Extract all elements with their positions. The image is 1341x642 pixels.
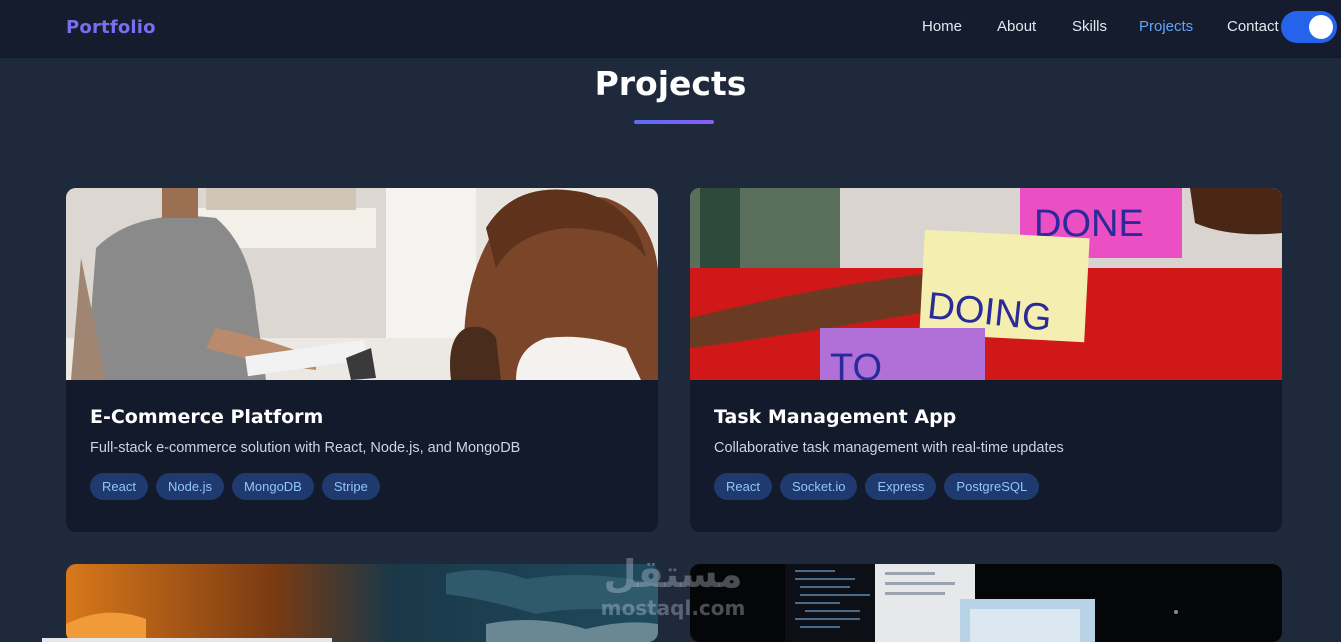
office-photo-image: [66, 188, 658, 380]
project-description: Collaborative task management with real-…: [714, 440, 1064, 456]
card-body: Task Management App Collaborative task m…: [714, 406, 1258, 500]
tech-tag: Socket.io: [779, 473, 858, 500]
sunset-clouds-image: [66, 564, 658, 642]
theme-toggle[interactable]: [1281, 11, 1337, 43]
project-image-task-management: DONE DOING TO: [690, 188, 1282, 380]
nav-link-about[interactable]: About: [997, 18, 1036, 35]
section-title: Projects: [594, 64, 747, 103]
project-title: E-Commerce Platform: [90, 406, 324, 428]
tag-list: React Node.js MongoDB Stripe: [90, 473, 634, 500]
tech-tag: Express: [865, 473, 937, 500]
nav-link-home[interactable]: Home: [922, 18, 962, 35]
project-image-ecommerce: [66, 188, 658, 380]
nav-link-skills[interactable]: Skills: [1072, 18, 1107, 35]
tech-tag: Node.js: [155, 473, 225, 500]
tech-tag: PostgreSQL: [944, 473, 1040, 500]
tag-list: React Socket.io Express PostgreSQL: [714, 473, 1258, 500]
nav-link-projects[interactable]: Projects: [1139, 18, 1193, 35]
toggle-knob: [1309, 15, 1333, 39]
sticky-note-text: TO: [830, 347, 882, 380]
tech-tag: React: [714, 473, 772, 500]
project-description: Full-stack e-commerce solution with Reac…: [90, 440, 521, 456]
project-card-3[interactable]: [66, 564, 658, 642]
project-card-ecommerce[interactable]: E-Commerce Platform Full-stack e-commerc…: [66, 188, 658, 532]
title-underline: [634, 120, 714, 124]
horizontal-scrollbar[interactable]: [42, 638, 332, 642]
project-card-task-management[interactable]: DONE DOING TO Task Management App Collab…: [690, 188, 1282, 532]
tech-tag: Stripe: [321, 473, 380, 500]
watermark-arabic: مستقل: [603, 552, 743, 596]
navbar: Portfolio Home About Skills Projects Con…: [0, 0, 1341, 58]
watermark: مستقل mostaql.com: [588, 552, 758, 632]
nav-link-contact[interactable]: Contact: [1227, 18, 1279, 35]
sticky-notes-image: DONE DOING TO: [690, 188, 1282, 380]
tech-tag: MongoDB: [232, 473, 314, 500]
code-screens-image: [690, 564, 1282, 642]
nav-links: Home About Skills Projects Contact: [0, 18, 1341, 40]
project-image-3: [66, 564, 658, 642]
card-body: E-Commerce Platform Full-stack e-commerc…: [90, 406, 634, 500]
project-title: Task Management App: [714, 406, 957, 428]
tech-tag: React: [90, 473, 148, 500]
watermark-latin: mostaql.com: [600, 596, 746, 620]
project-image-4: [690, 564, 1282, 642]
project-card-4[interactable]: [690, 564, 1282, 642]
